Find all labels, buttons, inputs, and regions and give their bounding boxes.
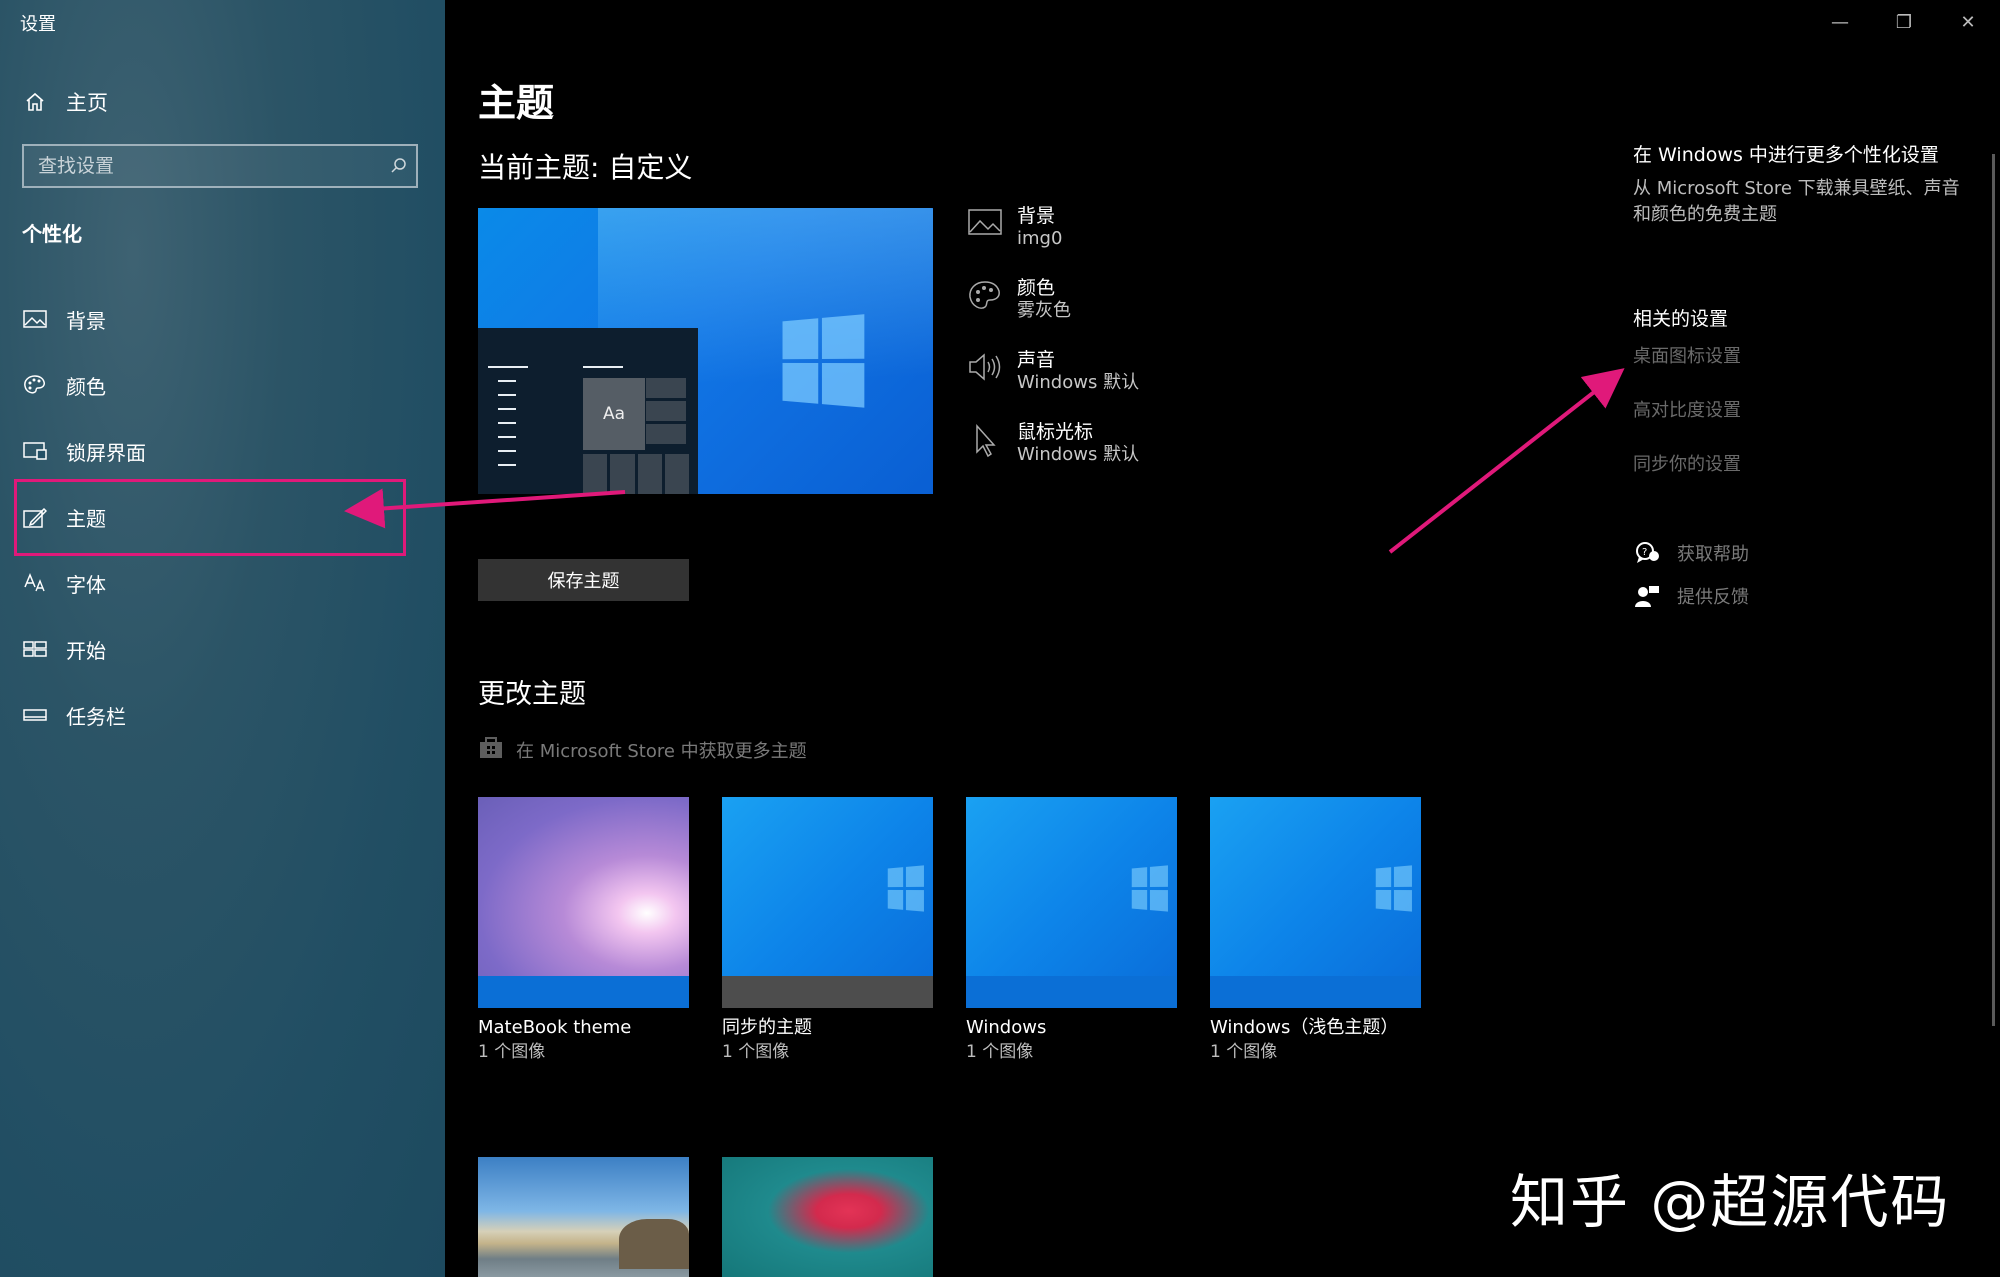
store-link-label: 在 Microsoft Store 中获取更多主题 xyxy=(516,740,807,762)
palette-icon xyxy=(20,374,50,396)
related-settings-title: 相关的设置 xyxy=(1633,308,1729,330)
get-help-label: 获取帮助 xyxy=(1677,544,1749,565)
search-input[interactable] xyxy=(24,154,382,178)
picture-icon xyxy=(20,309,50,329)
theme-grid: MateBook theme 1 个图像 同步的主题 1 个图像 Windows… xyxy=(478,797,1421,1064)
sidebar-item-label: 任务栏 xyxy=(66,704,126,729)
sidebar: 设置 主页 个性化 背景 颜色 锁屏界面 xyxy=(0,0,445,1277)
desktop-icon-settings-link[interactable]: 桌面图标设置 xyxy=(1633,342,1741,368)
search-icon[interactable] xyxy=(382,157,416,175)
property-value: Windows 默认 xyxy=(1017,372,1140,393)
get-help-link[interactable]: ? 获取帮助 xyxy=(1633,540,1749,566)
svg-text:?: ? xyxy=(1642,547,1647,558)
nav-list: 背景 颜色 锁屏界面 主题 字体 开始 任务栏 xyxy=(0,286,445,748)
theme-thumbnail xyxy=(1210,797,1421,1008)
theme-thumbnail xyxy=(722,797,933,1008)
feedback-link[interactable]: 提供反馈 xyxy=(1633,583,1749,609)
feedback-label: 提供反馈 xyxy=(1677,587,1749,608)
start-menu-preview: Aa xyxy=(478,328,698,494)
help-chat-icon: ? xyxy=(1633,541,1661,565)
sidebar-item-label: 主题 xyxy=(66,507,106,531)
theme-properties: 背景 img0 颜色 雾灰色 声音 Windows 默认 鼠标光标 Window… xyxy=(965,204,1139,492)
theme-name: 同步的主题 xyxy=(722,1017,812,1038)
theme-card-matebook[interactable]: MateBook theme 1 个图像 xyxy=(478,797,689,1064)
taskbar-icon xyxy=(20,705,50,725)
sidebar-item-label: 颜色 xyxy=(66,374,106,399)
property-sound[interactable]: 声音 Windows 默认 xyxy=(965,348,1139,420)
theme-preview: Aa xyxy=(478,208,933,494)
picture-icon xyxy=(965,204,1005,276)
windows-logo-icon xyxy=(887,865,925,913)
sidebar-item-label: 开始 xyxy=(66,638,106,663)
window-title: 设置 xyxy=(20,14,56,35)
high-contrast-settings-link[interactable]: 高对比度设置 xyxy=(1633,396,1741,422)
more-personalization-desc: 从 Microsoft Store 下载兼具壁纸、声音和颜色的免费主题 xyxy=(1633,178,1960,225)
theme-thumbnail xyxy=(478,797,689,1008)
sidebar-item-taskbar[interactable]: 任务栏 xyxy=(0,682,445,748)
theme-name: Windows（浅色主题） xyxy=(1210,1017,1399,1038)
sidebar-item-label: 字体 xyxy=(66,572,106,597)
section-title: 个性化 xyxy=(22,222,82,246)
home-icon xyxy=(20,91,50,113)
theme-thumbnail xyxy=(966,797,1177,1008)
property-value: Windows 默认 xyxy=(1017,444,1140,465)
theme-brush-icon xyxy=(20,507,50,529)
property-name: 声音 xyxy=(1017,349,1056,371)
lock-screen-icon xyxy=(20,441,50,461)
more-personalization-title: 在 Windows 中进行更多个性化设置 xyxy=(1633,144,1939,166)
property-name: 背景 xyxy=(1017,205,1056,227)
sidebar-item-label: 锁屏界面 xyxy=(66,440,146,465)
property-name: 颜色 xyxy=(1017,277,1056,299)
theme-card-flower[interactable] xyxy=(722,1157,933,1277)
theme-card-windows-light[interactable]: Windows（浅色主题） 1 个图像 xyxy=(1210,797,1421,1064)
cursor-icon xyxy=(965,420,1005,492)
windows-logo-icon xyxy=(1375,865,1413,913)
sidebar-item-themes[interactable]: 主题 xyxy=(14,479,406,556)
page-title: 主题 xyxy=(478,81,555,125)
start-icon xyxy=(20,639,50,659)
windows-logo-icon xyxy=(1131,865,1169,913)
font-sample: Aa xyxy=(583,378,645,450)
watermark: 知乎 @超源代码 xyxy=(1510,1168,1951,1236)
theme-image-count: 1 个图像 xyxy=(1210,1042,1278,1062)
property-value: 雾灰色 xyxy=(1017,300,1071,321)
property-name: 鼠标光标 xyxy=(1017,421,1094,443)
palette-icon xyxy=(965,276,1005,348)
nav-home[interactable]: 主页 xyxy=(20,84,420,120)
current-theme-heading: 当前主题: 自定义 xyxy=(478,151,693,184)
theme-grid-row-2 xyxy=(478,1157,933,1277)
property-background[interactable]: 背景 img0 xyxy=(965,204,1139,276)
scrollbar[interactable] xyxy=(1992,154,1995,1026)
windows-logo-icon xyxy=(782,314,867,410)
sidebar-item-fonts[interactable]: 字体 xyxy=(0,550,445,616)
sidebar-item-label: 背景 xyxy=(66,308,106,333)
property-color[interactable]: 颜色 雾灰色 xyxy=(965,276,1139,348)
sidebar-item-background[interactable]: 背景 xyxy=(0,286,445,352)
property-value: img0 xyxy=(1017,228,1063,249)
change-theme-heading: 更改主题 xyxy=(478,679,586,710)
theme-image-count: 1 个图像 xyxy=(478,1042,546,1062)
theme-card-windows[interactable]: Windows 1 个图像 xyxy=(966,797,1177,1064)
store-bag-icon xyxy=(478,734,504,765)
sidebar-item-color[interactable]: 颜色 xyxy=(0,352,445,418)
sync-settings-link[interactable]: 同步你的设置 xyxy=(1633,450,1741,476)
speaker-icon xyxy=(965,348,1005,420)
sidebar-item-lock-screen[interactable]: 锁屏界面 xyxy=(0,418,445,484)
nav-home-label: 主页 xyxy=(66,91,108,115)
save-theme-button[interactable]: 保存主题 xyxy=(478,559,689,601)
feedback-icon xyxy=(1633,584,1661,608)
store-themes-link[interactable]: 在 Microsoft Store 中获取更多主题 xyxy=(478,734,807,765)
theme-name: MateBook theme xyxy=(478,1017,632,1038)
sidebar-item-start[interactable]: 开始 xyxy=(0,616,445,682)
theme-card-synced[interactable]: 同步的主题 1 个图像 xyxy=(722,797,933,1064)
theme-image-count: 1 个图像 xyxy=(722,1042,790,1062)
theme-card-beach[interactable] xyxy=(478,1157,689,1277)
property-cursor[interactable]: 鼠标光标 Windows 默认 xyxy=(965,420,1139,492)
font-icon xyxy=(20,573,50,593)
search-box[interactable] xyxy=(22,144,418,188)
theme-name: Windows xyxy=(966,1017,1047,1038)
theme-image-count: 1 个图像 xyxy=(966,1042,1034,1062)
